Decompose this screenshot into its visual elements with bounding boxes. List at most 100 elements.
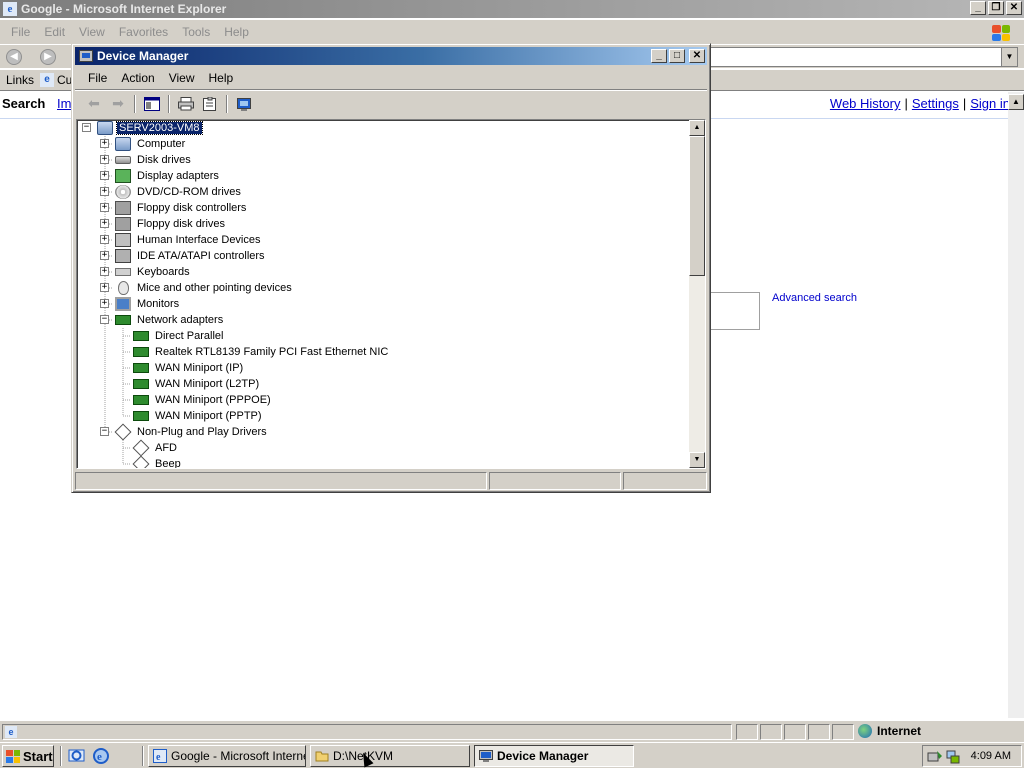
non-pnp-driver-icon — [132, 455, 150, 468]
ie-minimize-button[interactable]: _ — [970, 1, 986, 15]
google-images-link[interactable]: Im — [57, 96, 71, 111]
address-input[interactable]: ▼ — [710, 47, 1018, 67]
dm-maximize-button[interactable]: □ — [669, 49, 685, 63]
tree-device[interactable]: AFD — [132, 439, 179, 457]
tree-vertical-scrollbar[interactable]: ▲ ▼ — [689, 120, 705, 468]
collapse-icon[interactable]: − — [100, 315, 109, 324]
ie-menu-file[interactable]: File — [4, 25, 37, 39]
ie-menu-view[interactable]: View — [72, 25, 112, 39]
expand-icon[interactable]: + — [100, 219, 109, 228]
scroll-thumb[interactable] — [689, 136, 705, 276]
expand-icon[interactable]: + — [100, 203, 109, 212]
tree-item-label: WAN Miniport (L2TP) — [155, 378, 260, 390]
show-desktop-icon[interactable] — [68, 747, 86, 765]
dm-close-button[interactable]: ✕ — [689, 49, 705, 63]
print-icon[interactable] — [175, 93, 197, 115]
dm-menu-help[interactable]: Help — [202, 71, 241, 85]
properties-icon[interactable] — [199, 93, 221, 115]
tree-category[interactable]: Network adapters — [115, 312, 225, 328]
expand-icon[interactable]: + — [100, 187, 109, 196]
tree-device[interactable]: WAN Miniport (PPTP) — [133, 408, 264, 424]
settings-link[interactable]: Settings — [912, 96, 959, 111]
expand-icon[interactable]: + — [100, 139, 109, 148]
dm-menu-file[interactable]: File — [81, 71, 114, 85]
expand-icon[interactable]: + — [100, 267, 109, 276]
tree-item-label: Disk drives — [137, 154, 191, 166]
forward-icon[interactable]: ▶ — [40, 49, 56, 65]
advanced-search-link[interactable]: Advanced search — [772, 292, 857, 304]
back-icon[interactable]: ◀ — [6, 49, 22, 65]
tree-device[interactable]: WAN Miniport (L2TP) — [133, 376, 261, 392]
task-folder[interactable]: D:\NetKVM — [310, 745, 470, 767]
expand-icon[interactable]: + — [100, 251, 109, 260]
scan-hardware-icon[interactable] — [233, 93, 255, 115]
tree-category[interactable]: Floppy disk drives — [115, 216, 227, 232]
toolbar-separator — [226, 94, 228, 113]
tree-item-label: IDE ATA/ATAPI controllers — [137, 250, 265, 262]
collapse-icon[interactable]: − — [100, 427, 109, 436]
tree-category[interactable]: DVD/CD-ROM drives — [115, 184, 243, 200]
expand-icon[interactable]: + — [100, 283, 109, 292]
ie-title-bar[interactable]: e Google - Microsoft Internet Explorer _… — [0, 0, 1024, 18]
task-device-manager[interactable]: Device Manager — [474, 745, 634, 767]
expand-icon[interactable]: + — [100, 155, 109, 164]
collapse-icon[interactable]: − — [82, 123, 91, 132]
device-tree[interactable]: − SERV2003-VM8 + Computer + Disk drives + Displ… — [76, 119, 706, 469]
tree-device[interactable]: WAN Miniport (IP) — [133, 360, 245, 376]
ie-restore-button[interactable]: ❐ — [988, 1, 1004, 15]
dm-minimize-button[interactable]: _ — [651, 49, 667, 63]
clock: 4:09 AM — [970, 750, 1011, 762]
ie-menu-favorites[interactable]: Favorites — [112, 25, 175, 39]
web-history-link[interactable]: Web History — [830, 96, 901, 111]
tree-category[interactable]: IDE ATA/ATAPI controllers — [115, 248, 267, 264]
ie-menu-tools[interactable]: Tools — [175, 25, 217, 39]
tree-device[interactable]: WAN Miniport (PPPOE) — [133, 392, 273, 408]
expand-icon[interactable]: + — [100, 171, 109, 180]
tree-category[interactable]: Floppy disk controllers — [115, 200, 248, 216]
safely-remove-hardware-icon[interactable] — [927, 749, 943, 765]
ie-menu-help[interactable]: Help — [217, 25, 256, 39]
display-adapter-icon — [115, 169, 131, 183]
google-search-input[interactable] — [708, 292, 760, 330]
dm-menu-action[interactable]: Action — [114, 71, 161, 85]
tree-category[interactable]: Mice and other pointing devices — [115, 280, 294, 296]
mouse-icon — [118, 281, 129, 295]
start-button[interactable]: Start — [2, 745, 54, 767]
tree-category[interactable]: Human Interface Devices — [115, 232, 263, 248]
tree-item-label: DVD/CD-ROM drives — [137, 186, 241, 198]
ide-controller-icon — [115, 249, 131, 263]
tree-root[interactable]: SERV2003-VM8 — [97, 120, 203, 136]
ie-quicklaunch-icon[interactable]: e — [92, 747, 110, 765]
sign-in-link[interactable]: Sign in — [970, 96, 1010, 111]
tree-device[interactable]: Beep — [132, 455, 183, 468]
network-tray-icon[interactable] — [945, 749, 961, 765]
tree-item-label: WAN Miniport (PPPOE) — [155, 394, 271, 406]
forward-arrow-icon[interactable]: ➡ — [107, 93, 129, 115]
expand-icon[interactable]: + — [100, 299, 109, 308]
tree-category[interactable]: Non-Plug and Play Drivers — [114, 423, 269, 441]
dm-title-bar[interactable]: Device Manager _ □ ✕ — [75, 47, 707, 65]
scroll-down-icon[interactable]: ▼ — [689, 452, 705, 468]
back-arrow-icon[interactable]: ⬅ — [83, 93, 105, 115]
ie-menu-edit[interactable]: Edit — [37, 25, 72, 39]
address-dropdown-icon[interactable]: ▼ — [1001, 48, 1017, 66]
ie-vertical-scrollbar[interactable]: ▲ — [1008, 92, 1024, 718]
task-ie[interactable]: e Google - Microsoft Interne... — [148, 745, 306, 767]
ie-close-button[interactable]: ✕ — [1006, 1, 1022, 15]
tree-category[interactable]: Disk drives — [115, 152, 193, 168]
non-pnp-driver-icon — [132, 439, 150, 457]
tree-device[interactable]: Realtek RTL8139 Family PCI Fast Ethernet… — [133, 344, 390, 360]
dm-toolbar: ⬅ ➡ — [75, 89, 707, 117]
show-hide-console-tree-icon[interactable] — [141, 93, 163, 115]
scroll-up-icon[interactable]: ▲ — [689, 120, 705, 136]
tree-item-label: Floppy disk controllers — [137, 202, 247, 214]
tree-category[interactable]: Display adapters — [115, 168, 221, 184]
tree-category[interactable]: Computer — [115, 136, 187, 152]
dm-menu-view[interactable]: View — [162, 71, 202, 85]
tree-item-label: WAN Miniport (PPTP) — [155, 410, 262, 422]
scroll-up-icon[interactable]: ▲ — [1008, 94, 1024, 110]
tree-category[interactable]: Monitors — [115, 296, 181, 312]
tree-category[interactable]: Keyboards — [115, 264, 192, 280]
tree-device[interactable]: Direct Parallel — [133, 328, 225, 344]
expand-icon[interactable]: + — [100, 235, 109, 244]
